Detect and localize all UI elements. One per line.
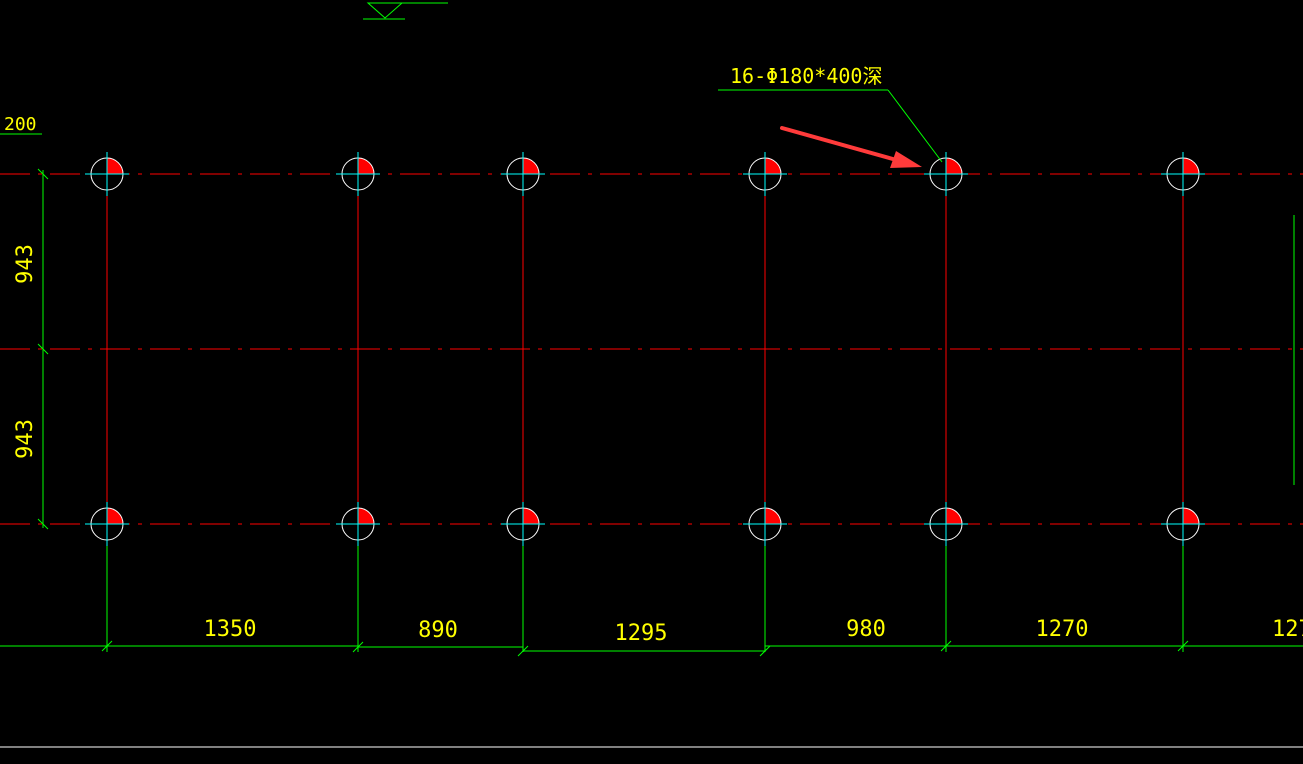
- drill-hole-icon: [336, 502, 380, 546]
- top-left-label-text: 200: [4, 114, 37, 135]
- hole-callout-text: 16-Φ180*400深: [730, 64, 882, 88]
- elevation-triangle-symbol-icon: [363, 2, 448, 20]
- left-dim-text-1: 943: [13, 244, 38, 284]
- right-vertical-dimension: 300 470 470 300: [1293, 215, 1303, 485]
- drill-hole-icon: [501, 152, 545, 196]
- drill-hole-icon: [1161, 502, 1205, 546]
- dim-text-4: 980: [846, 617, 886, 642]
- dim-text-6: 127: [1272, 617, 1303, 642]
- drill-hole-icon: [85, 152, 129, 196]
- dim-text-5: 1270: [1036, 617, 1089, 642]
- dim-text-2: 890: [418, 618, 458, 643]
- top-left-label: 200: [0, 114, 42, 135]
- horizontal-dimension-texts: 1350 890 1295 980 1270 127: [204, 617, 1303, 646]
- red-pointer-arrow-icon: [780, 126, 922, 168]
- cad-drawing-canvas[interactable]: 200 1350 890 1295 980 1270 127 943 943: [0, 0, 1303, 764]
- left-dim-text-2: 943: [13, 419, 38, 459]
- dim-text-3: 1295: [615, 621, 668, 646]
- drill-hole-icon: [743, 152, 787, 196]
- horizontal-centerlines: [0, 173, 1303, 525]
- drill-hole-icon: [924, 152, 968, 196]
- drill-hole-icon: [1161, 152, 1205, 196]
- drill-hole-icon: [924, 502, 968, 546]
- hole-callout: 16-Φ180*400深: [718, 64, 943, 163]
- dim-text-1: 1350: [204, 617, 257, 642]
- horizontal-dimension-line: [0, 645, 1303, 652]
- drill-hole-icon: [743, 502, 787, 546]
- drill-hole-icon: [336, 152, 380, 196]
- drill-hole-icon: [501, 502, 545, 546]
- drill-hole-icon: [85, 502, 129, 546]
